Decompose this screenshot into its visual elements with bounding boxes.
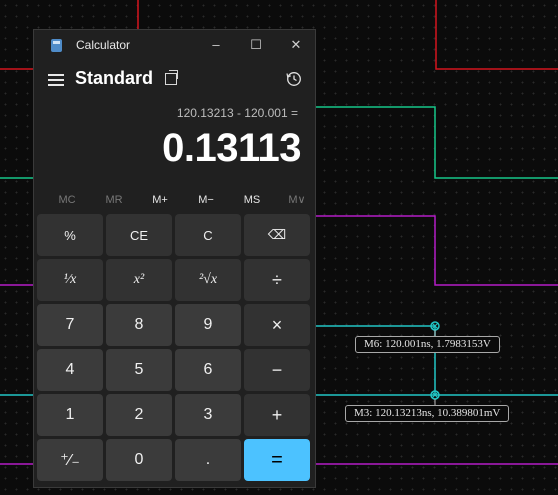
expression-display: 120.13213 - 120.001 = bbox=[176, 106, 298, 120]
percent-button[interactable]: % bbox=[37, 214, 103, 256]
keep-on-top-icon[interactable] bbox=[165, 70, 178, 85]
memory-clear-button[interactable]: MC bbox=[47, 190, 87, 210]
negate-button[interactable]: ⁺⁄₋ bbox=[37, 439, 103, 481]
digit-2-button[interactable]: 2 bbox=[106, 394, 172, 436]
app-title: Calculator bbox=[76, 38, 131, 52]
clear-entry-button[interactable]: CE bbox=[106, 214, 172, 256]
close-button[interactable]: ✕ bbox=[281, 34, 311, 56]
backspace-button[interactable]: ⌫ bbox=[244, 214, 310, 256]
digit-9-button[interactable]: 9 bbox=[175, 304, 241, 346]
memory-recall-button[interactable]: MR bbox=[94, 190, 134, 210]
memory-subtract-button[interactable]: M− bbox=[186, 190, 226, 210]
digit-4-button[interactable]: 4 bbox=[37, 349, 103, 391]
mode-title: Standard bbox=[75, 68, 154, 88]
minimize-button[interactable]: – bbox=[201, 34, 231, 56]
history-icon[interactable] bbox=[286, 71, 302, 87]
add-button[interactable]: + bbox=[244, 394, 310, 436]
digit-0-button[interactable]: 0 bbox=[106, 439, 172, 481]
marker-m6-label: M6: 120.001ns, 1.7983153V bbox=[355, 336, 500, 353]
digit-1-button[interactable]: 1 bbox=[37, 394, 103, 436]
hamburger-menu-icon[interactable] bbox=[48, 74, 64, 86]
memory-add-button[interactable]: M+ bbox=[140, 190, 180, 210]
memory-list-button[interactable]: M∨ bbox=[277, 190, 317, 210]
calculator-app-icon bbox=[51, 39, 62, 52]
square-root-button[interactable]: ²√x bbox=[175, 259, 241, 301]
memory-store-button[interactable]: MS bbox=[232, 190, 272, 210]
equals-button[interactable]: = bbox=[244, 439, 310, 481]
calculator-window: Calculator – ☐ ✕ Standard 120.13213 - 12… bbox=[33, 29, 316, 488]
digit-6-button[interactable]: 6 bbox=[175, 349, 241, 391]
memory-row: MC MR M+ M− MS M∨ bbox=[44, 190, 309, 210]
reciprocal-button[interactable]: ¹⁄x bbox=[37, 259, 103, 301]
digit-8-button[interactable]: 8 bbox=[106, 304, 172, 346]
digit-3-button[interactable]: 3 bbox=[175, 394, 241, 436]
digit-7-button[interactable]: 7 bbox=[37, 304, 103, 346]
square-button[interactable]: x² bbox=[106, 259, 172, 301]
keypad: % CE C ⌫ ¹⁄x x² ²√x ÷ 7 8 9 × 4 5 6 − 1 … bbox=[37, 214, 310, 481]
clear-button[interactable]: C bbox=[175, 214, 241, 256]
title-bar[interactable]: Calculator – ☐ ✕ bbox=[34, 30, 315, 60]
maximize-button[interactable]: ☐ bbox=[241, 34, 271, 56]
digit-5-button[interactable]: 5 bbox=[106, 349, 172, 391]
marker-m3-label: M3: 120.13213ns, 10.389801mV bbox=[345, 405, 510, 422]
divide-button[interactable]: ÷ bbox=[244, 259, 310, 301]
result-display: 0.13113 bbox=[162, 126, 301, 170]
multiply-button[interactable]: × bbox=[244, 304, 310, 346]
subtract-button[interactable]: − bbox=[244, 349, 310, 391]
decimal-button[interactable]: . bbox=[175, 439, 241, 481]
